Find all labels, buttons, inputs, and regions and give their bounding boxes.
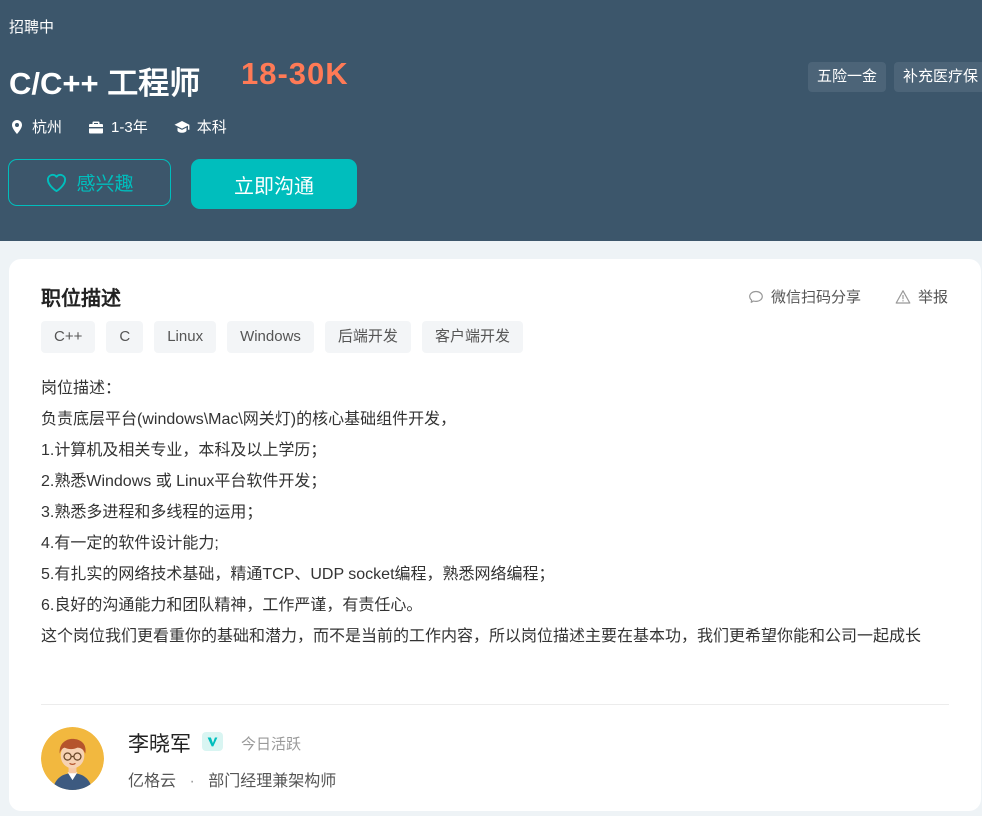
description-line: 2.熟悉Windows 或 Linux平台软件开发； [41,473,327,490]
divider [41,704,949,705]
job-description: 岗位描述： 负责底层平台(windows\Mac\网关灯)的核心基础组件开发， … [41,373,953,652]
benefit-tag: 补充医疗保 [894,62,982,92]
chat-now-button[interactable]: 立即沟通 [191,159,357,209]
education-label: 本科 [196,119,227,136]
skill-tag: 后端开发 [324,321,411,353]
recruiter-company-line: 亿格云 · 部门经理兼架构师 [128,767,336,791]
skill-tag: C [106,321,144,353]
benefit-tags: 五险一金 补充医疗保 [808,62,982,92]
skill-tag: Linux [154,321,217,353]
job-header: 招聘中 C/C++ 工程师 18-30K 五险一金 补充医疗保 杭州 1-3年 … [0,0,982,241]
job-meta: 杭州 1-3年 本科 [9,116,253,137]
benefit-tag: 五险一金 [808,62,887,92]
section-title: 职位描述 [41,288,121,310]
meta-experience: 1-3年 [88,116,148,137]
location-pin-icon [12,119,22,134]
verified-badge [202,732,223,751]
skill-tags: C++ C Linux Windows 后端开发 客户端开发 [41,321,523,353]
description-line: 岗位描述： [41,380,122,397]
graduation-cap-icon [174,120,190,133]
chat-bubble-icon [749,290,763,303]
active-status: 今日活跃 [241,736,302,753]
description-line: 6.良好的沟通能力和团队精神，工作严谨，有责任心。 [41,597,423,614]
company-name[interactable]: 亿格云 [128,773,176,790]
skill-tag: Windows [227,321,314,353]
interest-button[interactable]: 感兴趣 [8,159,171,206]
share-label: 微信扫码分享 [770,289,861,306]
card-actions: 微信扫码分享 举报 [714,286,948,307]
skill-tag: 客户端开发 [421,321,523,353]
meta-location: 杭州 [9,116,62,137]
job-salary: 18-30K [241,56,349,91]
description-line: 3.熟悉多进程和多线程的运用； [41,504,263,521]
wechat-share-button[interactable]: 微信扫码分享 [748,286,861,307]
job-title: C/C++ 工程师 [9,66,201,101]
verified-icon [207,737,218,747]
recruiter-name: 李晓军 [128,733,191,756]
job-status: 招聘中 [9,19,55,36]
briefcase-icon [89,121,104,133]
location-label: 杭州 [32,119,63,136]
separator-dot: · [189,773,195,790]
job-detail-card: 职位描述 微信扫码分享 举报 C++ C Linux Windows 后端开发 … [9,259,981,811]
description-line: 4.有一定的软件设计能力; [41,535,219,552]
skill-tag: C++ [41,321,96,353]
interest-label: 感兴趣 [76,174,134,195]
warning-icon [895,289,911,304]
report-label: 举报 [917,289,948,306]
experience-label: 1-3年 [111,119,148,136]
meta-education: 本科 [174,116,227,137]
avatar-illustration [41,727,104,790]
description-line: 负责底层平台(windows\Mac\网关灯)的核心基础组件开发， [41,411,457,428]
report-button[interactable]: 举报 [895,286,948,307]
recruiter-position: 部门经理兼架构师 [208,773,337,790]
recruiter-avatar[interactable] [41,727,104,790]
description-line: 5.有扎实的网络技术基础，精通TCP、UDP socket编程，熟悉网络编程； [41,566,555,583]
heart-icon [47,173,67,193]
description-line: 1.计算机及相关专业，本科及以上学历； [41,442,327,459]
description-line: 这个岗位我们更看重你的基础和潜力，而不是当前的工作内容，所以岗位描述主要在基本功… [41,628,922,645]
